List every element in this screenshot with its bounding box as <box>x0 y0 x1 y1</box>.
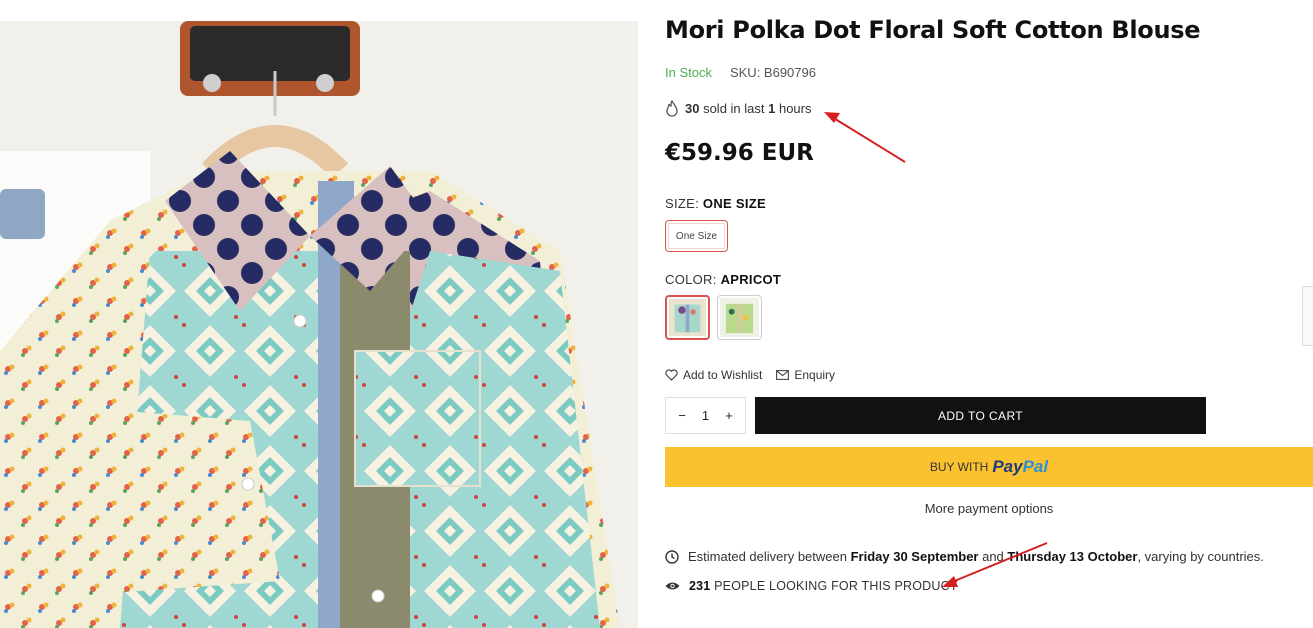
paypal-button[interactable]: BUY WITH PayPal <box>665 447 1313 487</box>
product-image[interactable] <box>0 21 638 628</box>
color-label: COLOR: APRICOT <box>665 272 782 287</box>
flame-icon <box>666 100 678 117</box>
product-links: Add to Wishlist Enquiry <box>665 368 835 382</box>
paypal-logo: PayPal <box>992 457 1049 476</box>
clock-icon <box>665 549 679 564</box>
stock-sku-row: In Stock SKU: B690796 <box>665 65 816 80</box>
qty-increase-button[interactable]: + <box>721 408 737 423</box>
delivery-estimate: Estimated delivery between Friday 30 Sep… <box>665 549 1264 564</box>
delivery-to: Thursday 13 October <box>1007 549 1138 564</box>
product-info: Mori Polka Dot Floral Soft Cotton Blouse… <box>665 0 1313 628</box>
wishlist-link[interactable]: Add to Wishlist <box>665 368 762 382</box>
delivery-from: Friday 30 September <box>850 549 979 564</box>
selected-size: ONE SIZE <box>702 196 766 211</box>
product-price: €59.96 EUR <box>665 140 814 166</box>
more-payment-options-link[interactable]: More payment options <box>665 501 1313 516</box>
stock-status: In Stock <box>665 65 712 80</box>
eye-icon <box>665 582 680 590</box>
sold-counter: 30 sold in last 1 hours <box>665 100 812 117</box>
qty-input[interactable]: 1 <box>698 408 714 423</box>
viewers-count: 231 <box>689 579 711 593</box>
color-swatch-apricot[interactable] <box>665 295 710 340</box>
sold-count: 30 <box>685 101 700 116</box>
heart-icon <box>665 369 678 381</box>
selected-color: APRICOT <box>720 272 782 287</box>
color-swatch-green[interactable] <box>717 295 762 340</box>
size-label: SIZE: ONE SIZE <box>665 196 766 211</box>
quantity-stepper: − 1 + <box>665 397 746 434</box>
product-title: Mori Polka Dot Floral Soft Cotton Blouse <box>665 16 1201 44</box>
enquiry-link[interactable]: Enquiry <box>776 368 835 382</box>
qty-decrease-button[interactable]: − <box>674 408 690 423</box>
sku: SKU: B690796 <box>729 65 816 80</box>
add-to-cart-button[interactable]: ADD TO CART <box>755 397 1206 434</box>
size-option-one-size[interactable]: One Size <box>665 220 728 252</box>
side-thumbnail-peek[interactable] <box>1302 286 1313 346</box>
mail-icon <box>776 370 790 380</box>
viewers-counter: 231 PEOPLE LOOKING FOR THIS PRODUCT <box>665 579 958 593</box>
